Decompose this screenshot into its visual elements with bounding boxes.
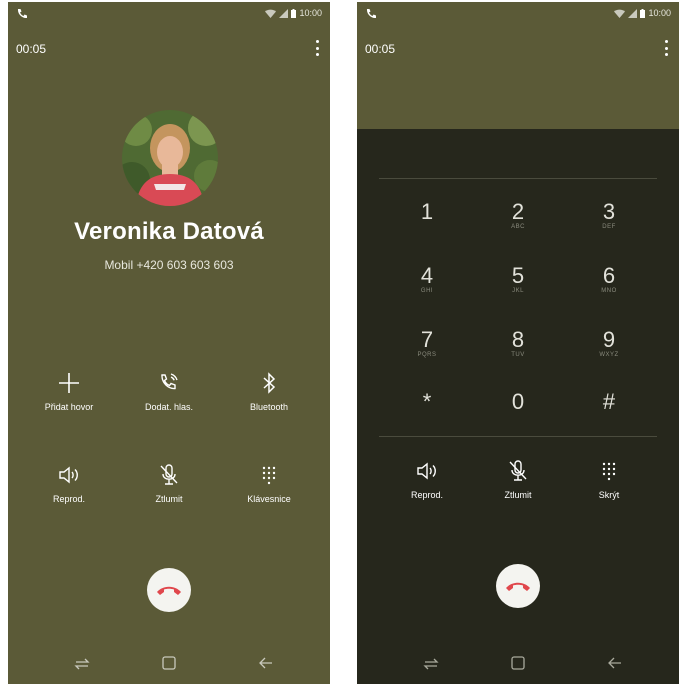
mute-button[interactable]: Ztlumit (119, 462, 219, 504)
speaker-button[interactable]: Reprod. (19, 462, 119, 504)
key-letters: MNO (601, 288, 617, 294)
key-digit: 2 (511, 199, 525, 224)
key-digit: 6 (602, 263, 616, 288)
dialpad-bottom-divider (379, 436, 657, 437)
bluetooth-button[interactable]: Bluetooth (219, 370, 319, 412)
speaker-icon (59, 466, 78, 484)
end-call-icon (157, 586, 181, 595)
key-letters (569, 414, 649, 422)
caller-number: Mobil +420 603 603 603 (104, 258, 234, 272)
key-letters: JKL (512, 288, 524, 294)
hide-keypad-label: Skrýt (598, 490, 620, 500)
battery-icon (640, 8, 646, 18)
dialpad-key-4[interactable]: 4 GHI (387, 264, 467, 296)
extra-volume-icon (161, 373, 178, 390)
key-letters: ABC (511, 224, 525, 230)
more-options-icon[interactable] (312, 40, 322, 56)
add-call-button[interactable]: Přidat hovor (19, 370, 119, 412)
dialpad-key-1[interactable]: 1 (387, 200, 467, 232)
keypad-label: Klávesnice (247, 494, 291, 504)
key-letters: WXYZ (599, 352, 619, 358)
call-timer: 00:05 (365, 42, 396, 56)
dialpad-key-2[interactable]: 2 ABC (478, 200, 558, 232)
key-letters: TUV (511, 352, 525, 358)
mute-label: Ztlumit (504, 490, 532, 500)
end-call-button[interactable] (147, 568, 191, 612)
call-status-icon (17, 9, 27, 19)
hide-keypad-button[interactable]: Skrýt (559, 458, 659, 500)
more-options-icon[interactable] (661, 40, 671, 56)
add-call-icon (59, 373, 79, 393)
back-icon[interactable] (256, 654, 276, 672)
dialpad-key-9[interactable]: 9 WXYZ (569, 328, 649, 360)
key-digit: 1 (420, 199, 434, 224)
mute-button[interactable]: Ztlumit (468, 458, 568, 500)
in-call-screen: 10:00 00:05 Veronika Datová Mobil +420 6… (8, 2, 330, 684)
key-letters: GHI (420, 288, 434, 294)
end-call-button[interactable] (496, 564, 540, 608)
navigation-bar (8, 644, 330, 684)
avatar (122, 110, 218, 206)
dialpad-screen: 10:00 00:05 1 2 ABC 3 DEF 4 GHI 5 JKL 6 … (357, 2, 679, 684)
key-digit: 0 (511, 389, 525, 414)
keypad-button[interactable]: Klávesnice (219, 462, 319, 504)
speaker-icon (417, 462, 436, 480)
key-digit: 9 (602, 327, 616, 352)
dialpad-key-8[interactable]: 8 TUV (478, 328, 558, 360)
dialpad-key-star[interactable]: * (387, 390, 467, 422)
key-digit: 8 (511, 327, 525, 352)
key-letters: PQRS (417, 352, 437, 358)
signal-icon (628, 8, 638, 18)
back-icon[interactable] (605, 654, 625, 672)
status-time: 10:00 (648, 8, 671, 18)
key-letters (387, 224, 467, 232)
recent-apps-icon[interactable] (421, 654, 441, 672)
dialpad-key-7[interactable]: 7 PQRS (387, 328, 467, 360)
key-letters (387, 414, 467, 422)
key-letters (478, 414, 558, 422)
battery-icon (291, 8, 297, 18)
speaker-label: Reprod. (52, 494, 86, 504)
status-bar: 10:00 (357, 2, 679, 28)
recent-apps-icon[interactable] (72, 654, 92, 672)
wifi-icon (614, 9, 626, 18)
mute-icon (509, 460, 527, 481)
end-call-icon (506, 582, 530, 591)
wifi-icon (265, 9, 277, 18)
key-letters: DEF (602, 224, 616, 230)
dialpad-key-6[interactable]: 6 MNO (569, 264, 649, 296)
mute-icon (160, 464, 178, 485)
home-icon[interactable] (159, 654, 179, 672)
dialpad-key-5[interactable]: 5 JKL (478, 264, 558, 296)
bluetooth-icon (263, 372, 276, 394)
call-timer: 00:05 (16, 42, 47, 56)
speaker-button[interactable]: Reprod. (377, 458, 477, 500)
key-digit: 7 (420, 327, 434, 352)
dialpad-key-3[interactable]: 3 DEF (569, 200, 649, 232)
caller-name: Veronika Datová (74, 218, 264, 245)
speaker-label: Reprod. (410, 490, 444, 500)
navigation-bar (357, 644, 679, 684)
status-bar: 10:00 (8, 2, 330, 28)
status-time: 10:00 (299, 8, 322, 18)
bluetooth-label: Bluetooth (249, 402, 289, 412)
mute-label: Ztlumit (155, 494, 183, 504)
add-call-label: Přidat hovor (44, 402, 94, 412)
key-digit: # (602, 389, 616, 414)
dialpad-key-hash[interactable]: # (569, 390, 649, 422)
home-icon[interactable] (508, 654, 528, 672)
call-status-icon (366, 9, 376, 19)
signal-icon (279, 8, 289, 18)
extra-volume-button[interactable]: Dodat. hlas. (119, 370, 219, 412)
keypad-icon (602, 462, 616, 481)
dialpad-top-divider (379, 178, 657, 179)
key-digit: 5 (511, 263, 525, 288)
key-digit: 4 (420, 263, 434, 288)
key-digit: * (422, 389, 432, 414)
extra-volume-label: Dodat. hlas. (144, 402, 194, 412)
dialpad-key-0[interactable]: 0 (478, 390, 558, 422)
key-digit: 3 (602, 199, 616, 224)
keypad-icon (262, 466, 276, 485)
